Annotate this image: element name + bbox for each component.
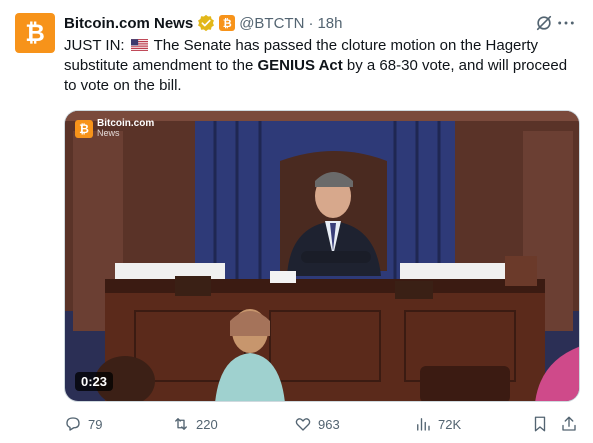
like-count: 963 (318, 416, 340, 432)
share-icon (562, 416, 576, 431)
repost-icon (175, 418, 187, 430)
video-frame (65, 111, 579, 401)
action-bar: 79 220 963 72K (64, 413, 580, 435)
like-icon (295, 418, 311, 431)
affiliate-badge-icon[interactable]: ₿ (219, 15, 236, 31)
separator-dot: · (308, 14, 314, 32)
reply-count: 79 (88, 416, 103, 432)
grok-icon[interactable] (535, 14, 553, 32)
tweet-text-bold: GENIUS Act (257, 57, 343, 74)
verified-badge-icon[interactable] (197, 14, 215, 32)
more-icon[interactable] (557, 14, 577, 32)
share-button[interactable] (560, 413, 584, 435)
handle[interactable]: @BTCTN (239, 15, 304, 32)
like-button[interactable]: 963 (294, 413, 340, 435)
views-icon (417, 418, 430, 431)
views-count: 72K (438, 416, 462, 432)
repost-count: 220 (196, 416, 218, 432)
watermark-line2: News (97, 128, 120, 138)
bookmark-button[interactable] (531, 413, 555, 435)
avatar-bitcoin-glyph: ₿ (25, 18, 45, 47)
avatar[interactable]: ₿ (15, 13, 55, 53)
us-flag-icon (130, 39, 148, 51)
watermark-bitcoin-icon: ₿ (75, 119, 93, 138)
video-watermark: ₿ Bitcoin.com News (75, 119, 154, 138)
display-name[interactable]: Bitcoin.com News (64, 15, 193, 32)
views-button[interactable]: 72K (414, 413, 461, 435)
tweet-text: JUST IN: The Senate has passed the clotu… (64, 36, 569, 96)
video-player[interactable]: ₿ Bitcoin.com News 0:23 (64, 110, 580, 402)
timestamp[interactable]: 18h (317, 15, 342, 32)
reply-icon (66, 417, 80, 431)
reply-button[interactable]: 79 (64, 413, 102, 435)
bookmark-icon (534, 416, 546, 432)
video-duration: 0:23 (75, 372, 114, 391)
tweet-text-lead: JUST IN: (64, 37, 125, 54)
tweet-header: Bitcoin.com News ₿ @BTCTN · 18h (64, 12, 577, 34)
repost-button[interactable]: 220 (172, 413, 218, 435)
